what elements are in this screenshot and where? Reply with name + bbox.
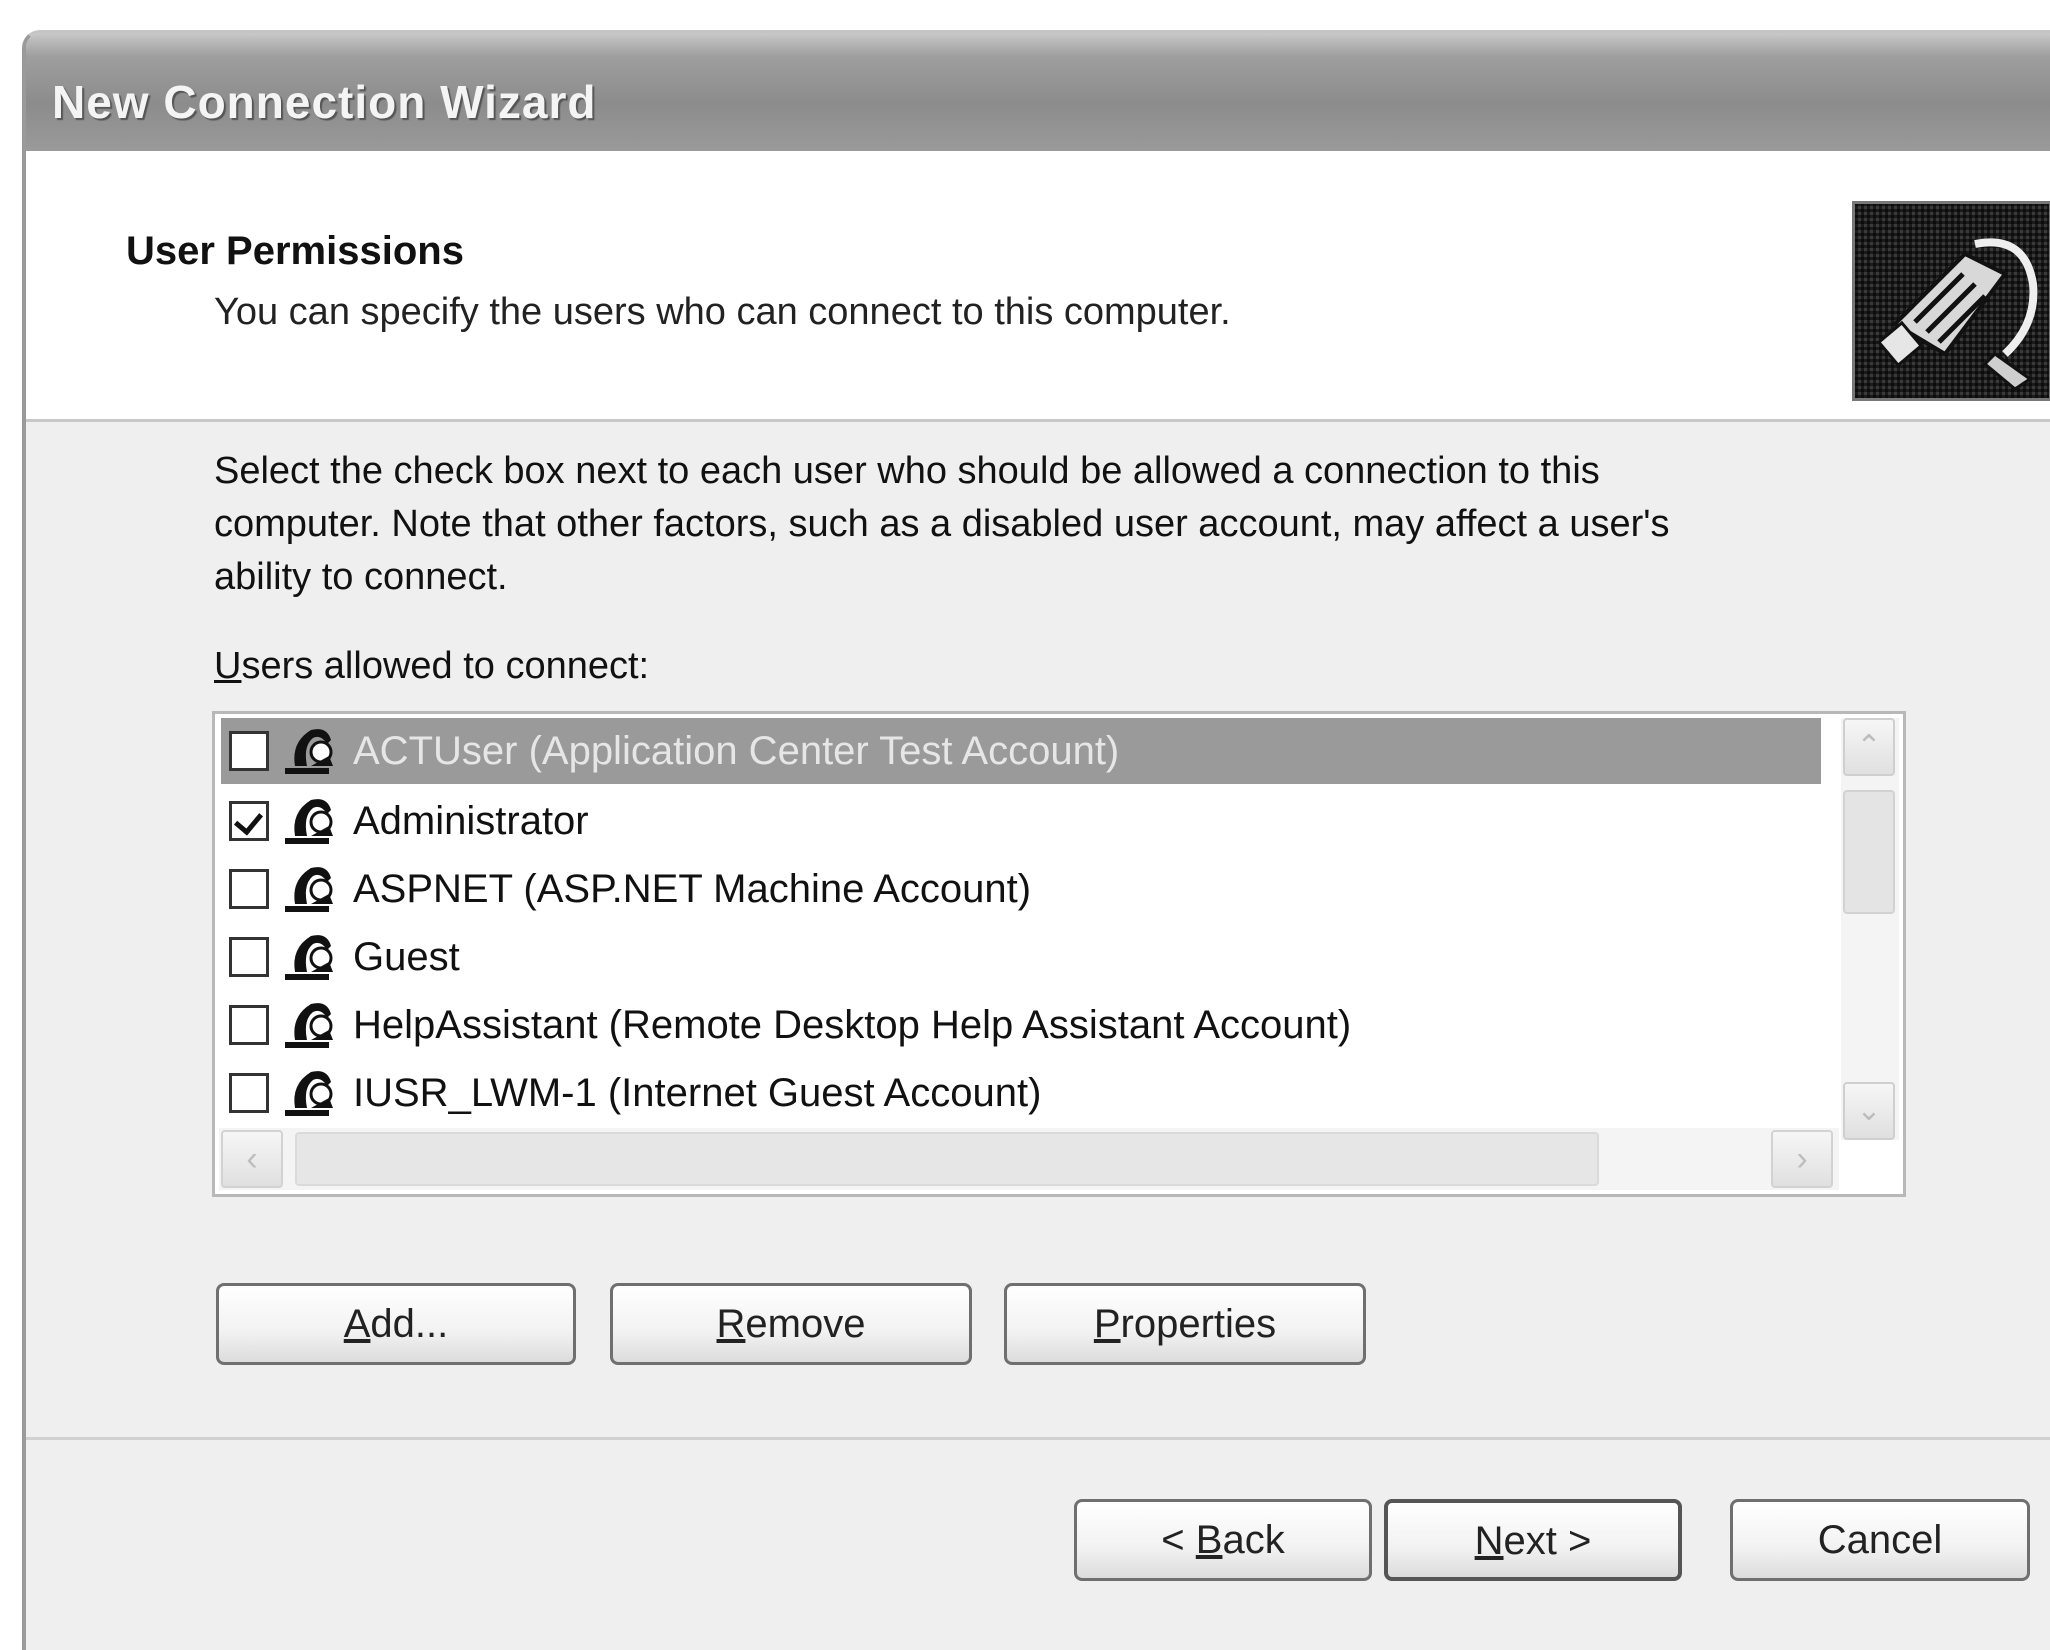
list-item-helpassistant[interactable]: HelpAssistant (Remote Desktop Help Assis…	[221, 992, 1821, 1058]
chevron-down-icon: ⌄	[1856, 1094, 1882, 1127]
connection-plug-icon	[1852, 201, 2050, 401]
user-icon	[285, 799, 333, 844]
instructions-text: Select the check box next to each user w…	[214, 445, 1974, 604]
remove-button-accesskey: R	[716, 1302, 746, 1346]
vertical-scroll-thumb[interactable]	[1843, 790, 1895, 914]
user-name: IUSR_LWM-1 (Internet Guest Account)	[353, 1070, 1042, 1115]
instructions-line-3: ability to connect.	[214, 556, 508, 598]
instructions-line-1: Select the check box next to each user w…	[214, 450, 1600, 492]
user-icon	[285, 935, 333, 980]
back-button-prefix: <	[1161, 1518, 1196, 1562]
checkbox-iusr[interactable]	[229, 1073, 269, 1113]
scroll-down-button[interactable]: ⌄	[1843, 1082, 1895, 1140]
back-button[interactable]: < Back	[1074, 1499, 1372, 1581]
user-icon	[285, 729, 333, 774]
back-button-accesskey: B	[1195, 1518, 1223, 1562]
list-item-actuser[interactable]: ACTUser (Application Center Test Account…	[221, 718, 1821, 784]
add-button-label: dd...	[370, 1302, 449, 1346]
chevron-left-icon: ‹	[246, 1140, 258, 1178]
add-button[interactable]: Add...	[216, 1283, 576, 1365]
horizontal-scrollbar[interactable]: ‹ ›	[219, 1128, 1839, 1190]
user-name: Guest	[353, 934, 460, 979]
chevron-up-icon: ⌃	[1856, 730, 1882, 763]
users-list-label: Users allowed to connect:	[214, 645, 649, 688]
chevron-right-icon: ›	[1796, 1140, 1808, 1178]
window-title: New Connection Wizard	[52, 76, 597, 128]
user-name: Administrator	[353, 798, 589, 843]
checkbox-administrator[interactable]	[229, 801, 269, 841]
user-icon	[285, 1071, 333, 1116]
list-item-administrator[interactable]: Administrator	[221, 788, 1821, 854]
properties-button-accesskey: P	[1093, 1302, 1121, 1346]
scroll-left-button[interactable]: ‹	[221, 1130, 283, 1188]
list-item-guest[interactable]: Guest	[221, 924, 1821, 990]
users-listbox[interactable]: ACTUser (Application Center Test Account…	[212, 711, 1906, 1197]
title-bar[interactable]: New Connection Wizard	[26, 33, 2050, 151]
remove-button-label: emove	[745, 1302, 866, 1346]
properties-button[interactable]: Properties	[1004, 1283, 1366, 1365]
cancel-button[interactable]: Cancel	[1730, 1499, 2030, 1581]
next-button-label: ext >	[1503, 1519, 1592, 1563]
properties-button-label: roperties	[1120, 1302, 1277, 1346]
checkbox-aspnet[interactable]	[229, 869, 269, 909]
user-name: ASPNET (ASP.NET Machine Account)	[353, 866, 1032, 911]
instructions-line-2: computer. Note that other factors, such …	[214, 503, 1670, 545]
vertical-scrollbar[interactable]: ⌃ ⌄	[1841, 718, 1899, 1140]
footer-divider	[26, 1437, 2050, 1440]
back-button-label: ack	[1222, 1518, 1285, 1562]
add-button-accesskey: A	[343, 1302, 371, 1346]
user-icon	[285, 867, 333, 912]
next-button-accesskey: N	[1474, 1519, 1504, 1563]
scroll-up-button[interactable]: ⌃	[1843, 718, 1895, 776]
page-subtitle: You can specify the users who can connec…	[214, 291, 1231, 333]
user-name: HelpAssistant (Remote Desktop Help Assis…	[353, 1002, 1352, 1047]
users-list-label-accesskey: U	[214, 645, 242, 687]
wizard-header: User Permissions You can specify the use…	[26, 151, 2050, 422]
checkbox-guest[interactable]	[229, 937, 269, 977]
user-name: ACTUser (Application Center Test Account…	[353, 728, 1120, 773]
users-list-label-text: sers allowed to connect:	[241, 645, 650, 687]
wizard-window: New Connection Wizard User Permissions Y…	[22, 30, 2050, 1650]
horizontal-scroll-thumb[interactable]	[295, 1132, 1599, 1186]
remove-button[interactable]: Remove	[610, 1283, 972, 1365]
list-item-iusr[interactable]: IUSR_LWM-1 (Internet Guest Account)	[221, 1060, 1821, 1126]
scroll-right-button[interactable]: ›	[1771, 1130, 1833, 1188]
next-button[interactable]: Next >	[1384, 1499, 1682, 1581]
page-title: User Permissions	[126, 229, 464, 273]
checkbox-actuser[interactable]	[229, 731, 269, 771]
user-icon	[285, 1003, 333, 1048]
list-item-aspnet[interactable]: ASPNET (ASP.NET Machine Account)	[221, 856, 1821, 922]
checkbox-helpassistant[interactable]	[229, 1005, 269, 1045]
